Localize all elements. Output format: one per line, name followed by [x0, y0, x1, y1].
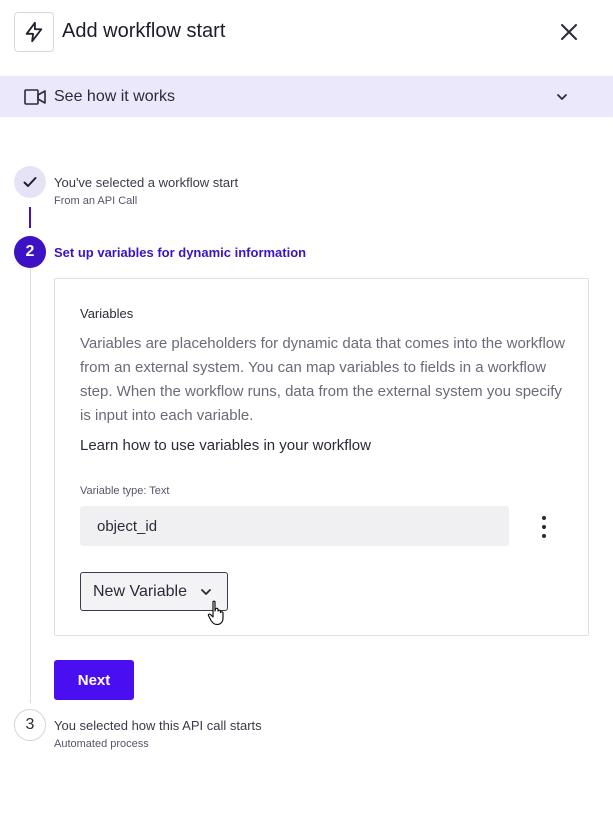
learn-variables-link[interactable]: Learn how to use variables in your workf… [80, 437, 371, 454]
see-how-it-works-label: See how it works [54, 88, 175, 105]
variables-description: Variables are placeholders for dynamic d… [80, 335, 565, 424]
see-how-it-works-bar[interactable]: See how it works [0, 76, 613, 117]
chevron-down-icon [557, 94, 567, 100]
variable-type-label: Variable type: Text [80, 485, 170, 497]
variables-card: Variables Variables are placeholders for… [54, 278, 589, 636]
close-button[interactable] [555, 18, 583, 46]
next-button[interactable]: Next [54, 660, 134, 700]
kebab-menu-icon [542, 525, 546, 529]
new-variable-button[interactable]: New Variable [80, 572, 228, 611]
step-connector-line [30, 268, 31, 703]
close-icon [561, 24, 577, 40]
hand-pointer-icon [207, 600, 224, 626]
chevron-down-icon [201, 589, 211, 595]
step-2-indicator: 2 [14, 236, 46, 268]
step-3-title: You selected how this API call starts [54, 718, 262, 733]
checkmark-icon [23, 177, 37, 187]
variable-more-button[interactable] [530, 514, 558, 540]
step-connector [29, 207, 31, 228]
lightning-bolt-icon [25, 21, 43, 43]
step-1-title: You've selected a workflow start [54, 175, 239, 190]
workflow-start-icon-box [14, 12, 54, 52]
variables-heading: Variables [80, 306, 134, 321]
panel-title: Add workflow start [62, 20, 226, 42]
variable-name-input[interactable] [80, 506, 509, 546]
step-1-subtitle: From an API Call [54, 195, 138, 207]
step-1-complete-indicator [14, 166, 46, 198]
panel-header: Add workflow start [0, 0, 613, 66]
kebab-menu-icon [542, 534, 546, 538]
kebab-menu-icon [542, 516, 546, 520]
video-camera-icon [24, 89, 46, 105]
step-3-indicator: 3 [14, 709, 46, 741]
step-3-subtitle: Automated process [54, 738, 149, 750]
new-variable-label: New Variable [93, 582, 187, 600]
step-2-title: Set up variables for dynamic information [54, 245, 307, 260]
